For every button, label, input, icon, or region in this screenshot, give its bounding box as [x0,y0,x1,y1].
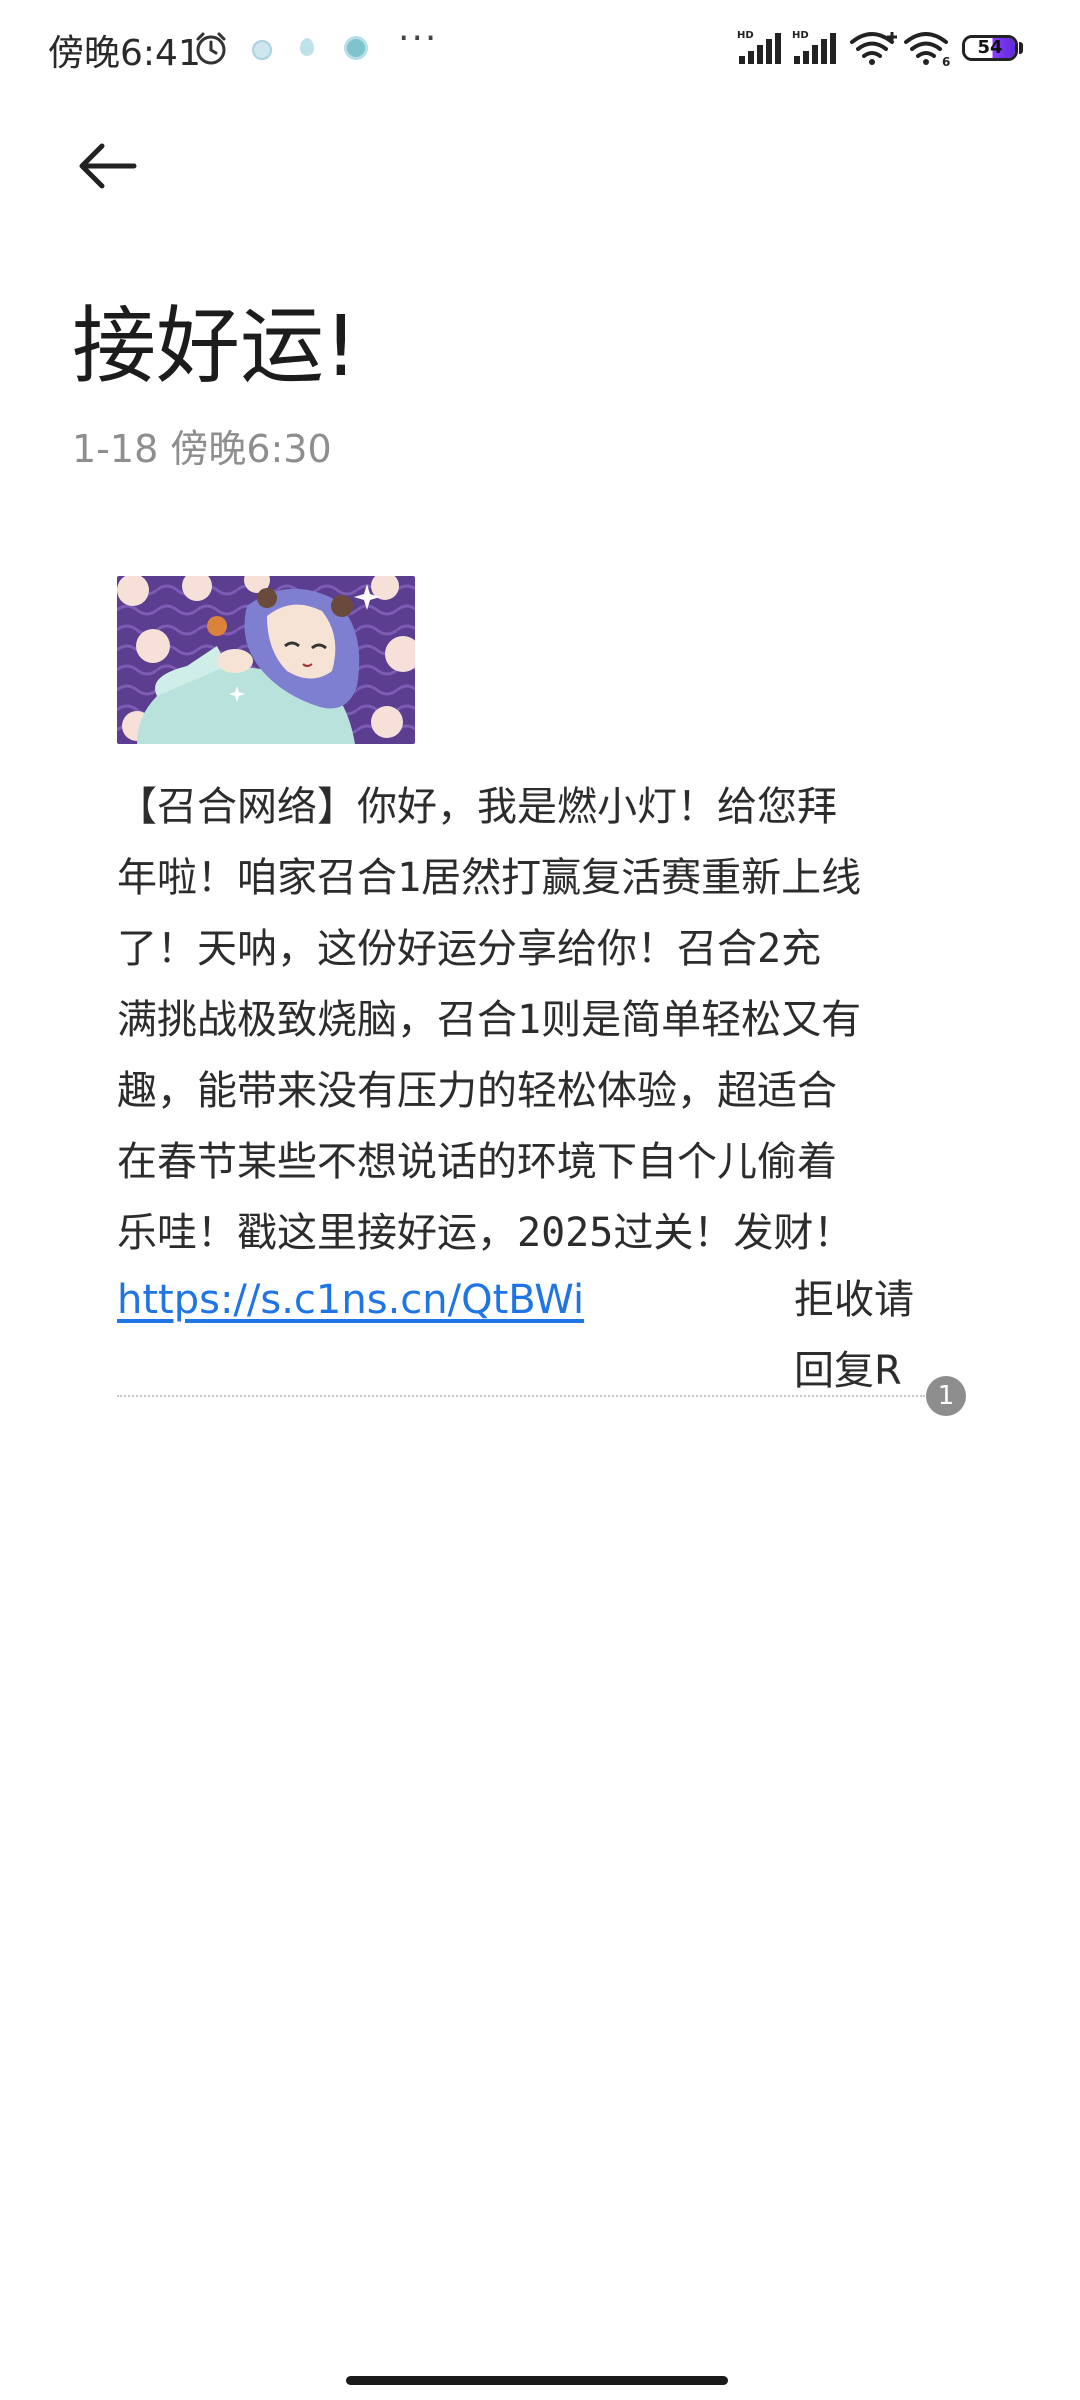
sms-detail-screen: 傍晚6:41 ··· HD HD 6 54 接好运! 1-18 傍晚6:30 【… [0,0,1080,2400]
cellular-signal-icon: HD [737,30,781,64]
notification-icon [252,40,272,60]
notification-icon [344,36,368,60]
battery-tip [1019,42,1023,54]
battery-icon: 54 [962,35,1018,61]
message-title: 接好运! [72,297,358,395]
more-notifications-icon: ··· [398,18,439,59]
status-time: 傍晚6:41 [48,33,201,74]
gesture-navigation-bar[interactable] [346,2376,728,2385]
battery-level: 54 [977,37,1003,58]
status-bar: 傍晚6:41 ··· HD HD 6 54 [0,0,1080,100]
signal-hd-label: HD [737,30,754,41]
mms-attachment-image[interactable] [117,576,415,744]
cellular-signal-icon: HD [792,30,836,64]
back-button[interactable] [72,136,148,196]
wifi-icon [850,32,897,65]
message-divider [117,1395,925,1397]
message-link[interactable]: https://s.c1ns.cn/QtBWi [117,1277,584,1323]
arrow-left-icon [79,143,137,189]
notification-icon [300,38,314,56]
sim-slot-badge: 1 [926,1376,966,1416]
message-body: 【召合网络】你好，我是燃小灯！给您拜 年啦！咱家召合1居然打赢复活赛重新上线 了… [117,784,862,1256]
opt-out-text: 拒收请回复R [794,1277,914,1394]
message-timestamp: 1-18 傍晚6:30 [72,427,332,471]
wifi-6-icon: 6 [904,32,950,68]
alarm-clock-icon [196,32,226,65]
signal-hd-label: HD [792,30,809,41]
message-link-line: https://s.c1ns.cn/QtBWi 拒收请回复R [117,1265,947,1394]
wifi-6-label: 6 [942,55,950,68]
